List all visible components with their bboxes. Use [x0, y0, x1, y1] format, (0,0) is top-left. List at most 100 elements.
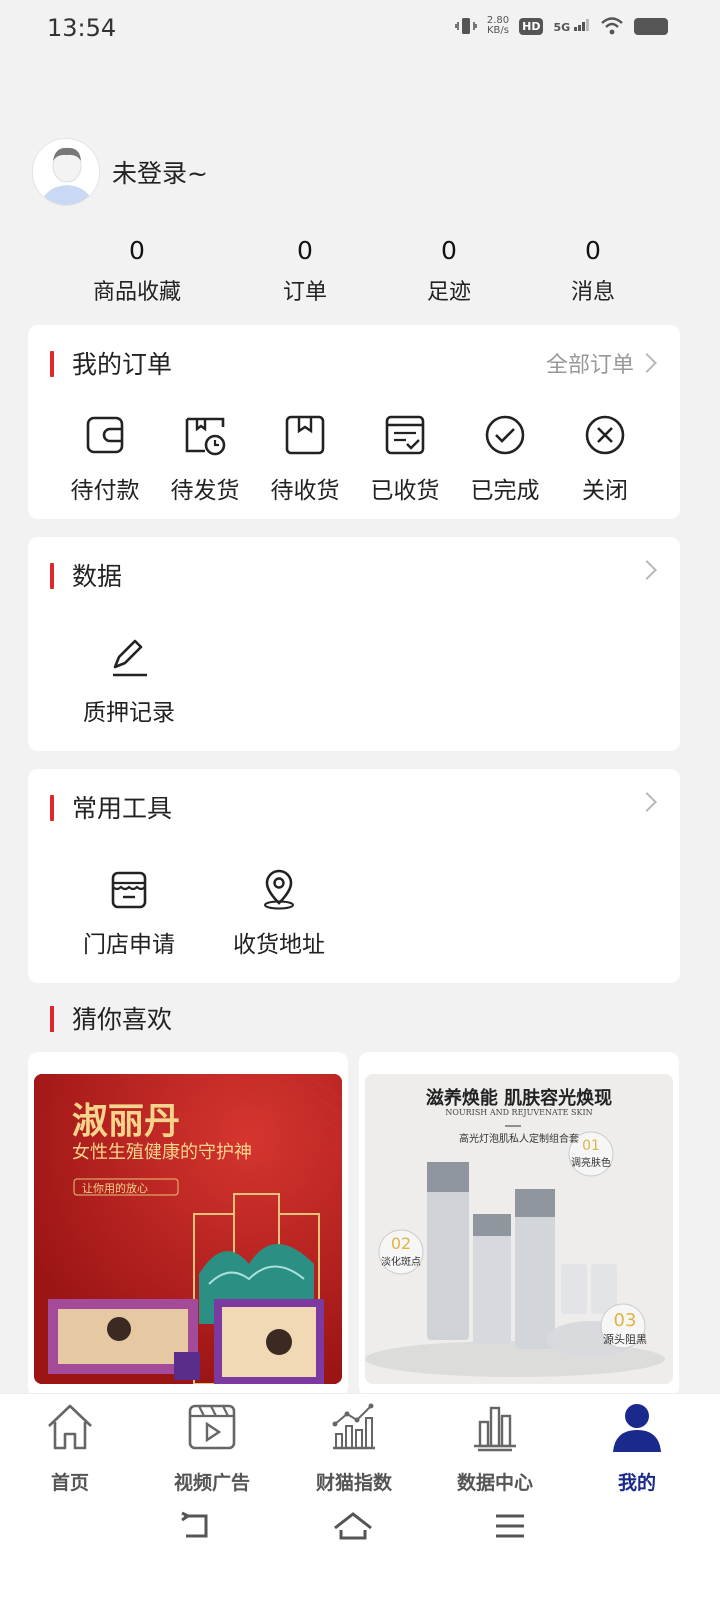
bottom-tab-bar: 首页 视频广告 财猫指数 数据中心 我的	[0, 1393, 720, 1600]
profile-header[interactable]: 未登录~	[32, 138, 208, 206]
default-avatar-icon	[33, 139, 99, 205]
receipt-icon	[385, 415, 425, 455]
stat-label: 订单	[282, 280, 327, 305]
stat-favorites[interactable]: 0 商品收藏	[67, 236, 207, 306]
product-headline: 滋养焕能 肌肤容光焕现	[425, 1088, 613, 1109]
tools-more[interactable]	[637, 792, 657, 812]
order-completed[interactable]: 已完成	[455, 413, 555, 505]
order-status-label: 关闭	[582, 478, 628, 504]
tab-label: 数据中心	[456, 1472, 533, 1494]
status-time: 13:54	[47, 14, 117, 42]
order-pending-shipment[interactable]: 待发货	[155, 413, 255, 505]
tools-card: 常用工具 门店申请 收货地址	[28, 769, 680, 983]
badge-01: 01 调亮肤色	[571, 1138, 611, 1169]
bar-chart-icon	[332, 1403, 375, 1450]
status-bar: 13:54 2.80 KB/s HD 5G	[0, 0, 720, 60]
wifi-icon	[601, 17, 623, 35]
menu-icon[interactable]	[490, 1506, 530, 1546]
hd-badge: HD	[519, 17, 544, 35]
tab-label: 我的	[617, 1472, 656, 1494]
net-speed: 2.80 KB/s	[486, 15, 510, 36]
order-status-label: 待发货	[170, 478, 240, 504]
stat-messages[interactable]: 0 消息	[523, 236, 663, 306]
stat-label: 商品收藏	[92, 280, 181, 305]
tab-mine[interactable]: 我的	[567, 1400, 707, 1495]
store-icon	[111, 871, 147, 909]
stat-orders[interactable]: 0 订单	[235, 236, 375, 306]
system-nav-bar	[0, 1500, 720, 1560]
pledge-records-button[interactable]: 质押记录	[79, 635, 179, 727]
product-image[interactable]: 淑丽丹 女性生殖健康的守护神 让你用的放心	[34, 1074, 342, 1384]
tab-video-ads[interactable]: 视频广告	[142, 1400, 282, 1495]
product-card[interactable]: 滋养焕能 肌肤容光焕现 NOURISH AND REJUVENATE SKIN …	[359, 1052, 679, 1397]
product-tag: 让你用的放心	[82, 1182, 148, 1195]
badge-02: 02 淡化斑点	[381, 1234, 421, 1268]
store-application-button[interactable]: 门店申请	[79, 867, 179, 959]
stat-footprints[interactable]: 0 足迹	[379, 236, 519, 306]
signal-icon	[574, 18, 589, 31]
check-circle-icon	[485, 415, 525, 455]
home-icon	[48, 1404, 92, 1450]
chevron-right-icon	[637, 560, 657, 580]
box-clock-icon	[185, 417, 226, 456]
order-status-label: 已收货	[370, 478, 440, 504]
battery-icon	[634, 17, 668, 35]
product-card[interactable]: 淑丽丹 女性生殖健康的守护神 让你用的放心	[28, 1052, 348, 1397]
order-status-label: 已完成	[470, 478, 540, 504]
tab-label: 财猫指数	[315, 1472, 392, 1494]
all-orders-link[interactable]: 全部订单	[545, 347, 657, 379]
vibrate-icon	[455, 18, 477, 34]
pledge-records-label: 质押记录	[83, 700, 175, 726]
data-card: 数据 质押记录	[28, 537, 680, 751]
chevron-right-icon	[637, 353, 657, 373]
tab-home[interactable]: 首页	[0, 1400, 140, 1495]
product-subtitle: 女性生殖健康的守护神	[72, 1142, 252, 1163]
product-brand-name: 淑丽丹	[72, 1100, 181, 1142]
avatar[interactable]	[32, 138, 100, 206]
badge-03: 03 源头阻黑	[603, 1310, 647, 1346]
data-card-title: 数据	[50, 557, 122, 593]
orders-title: 我的订单	[50, 345, 172, 381]
order-closed[interactable]: 关闭	[555, 413, 655, 505]
package-icon	[285, 415, 325, 455]
order-received[interactable]: 已收货	[355, 413, 455, 505]
stat-label: 足迹	[426, 280, 471, 305]
tools-title: 常用工具	[50, 789, 172, 825]
chevron-right-icon	[637, 792, 657, 812]
shipping-address-label: 收货地址	[233, 932, 325, 958]
order-pending-payment[interactable]: 待付款	[55, 413, 155, 505]
stat-number: 0	[585, 236, 601, 265]
location-icon	[264, 869, 294, 910]
order-status-label: 待收货	[270, 478, 340, 504]
login-status-text[interactable]: 未登录~	[112, 154, 208, 190]
orders-card: 我的订单 全部订单 待付款 待发货 待收货 已收货 已完成 关闭	[28, 325, 680, 519]
wallet-icon	[86, 416, 124, 454]
back-icon[interactable]	[176, 1506, 216, 1546]
product-image[interactable]: 滋养焕能 肌肤容光焕现 NOURISH AND REJUVENATE SKIN …	[365, 1074, 673, 1384]
stat-label: 消息	[570, 280, 615, 305]
close-circle-icon	[585, 415, 625, 455]
tab-caimao-index[interactable]: 财猫指数	[284, 1400, 424, 1495]
store-application-label: 门店申请	[83, 932, 175, 958]
home-nav-icon[interactable]	[333, 1506, 373, 1546]
stat-number: 0	[441, 236, 457, 265]
tab-label: 首页	[50, 1472, 89, 1494]
video-icon	[188, 1404, 236, 1450]
data-center-icon	[474, 1406, 516, 1452]
tab-data-center[interactable]: 数据中心	[425, 1400, 565, 1495]
order-pending-receipt[interactable]: 待收货	[255, 413, 355, 505]
status-icons: 2.80 KB/s HD 5G	[455, 16, 668, 36]
all-orders-label: 全部订单	[545, 353, 634, 378]
shipping-address-button[interactable]: 收货地址	[229, 867, 329, 959]
data-card-more[interactable]	[637, 560, 657, 580]
tab-label: 视频广告	[173, 1472, 250, 1494]
pen-icon	[113, 639, 147, 677]
stat-number: 0	[129, 236, 145, 265]
product-subline: 高光灯泡肌私人定制组合套	[459, 1134, 579, 1145]
order-status-label: 待付款	[70, 478, 140, 504]
stats-row: 0 商品收藏 0 订单 0 足迹 0 消息	[0, 236, 720, 316]
stat-number: 0	[297, 236, 313, 265]
product-headline-en: NOURISH AND REJUVENATE SKIN	[445, 1108, 593, 1117]
profile-icon	[613, 1404, 661, 1452]
recommend-title: 猜你喜欢	[50, 1000, 172, 1036]
